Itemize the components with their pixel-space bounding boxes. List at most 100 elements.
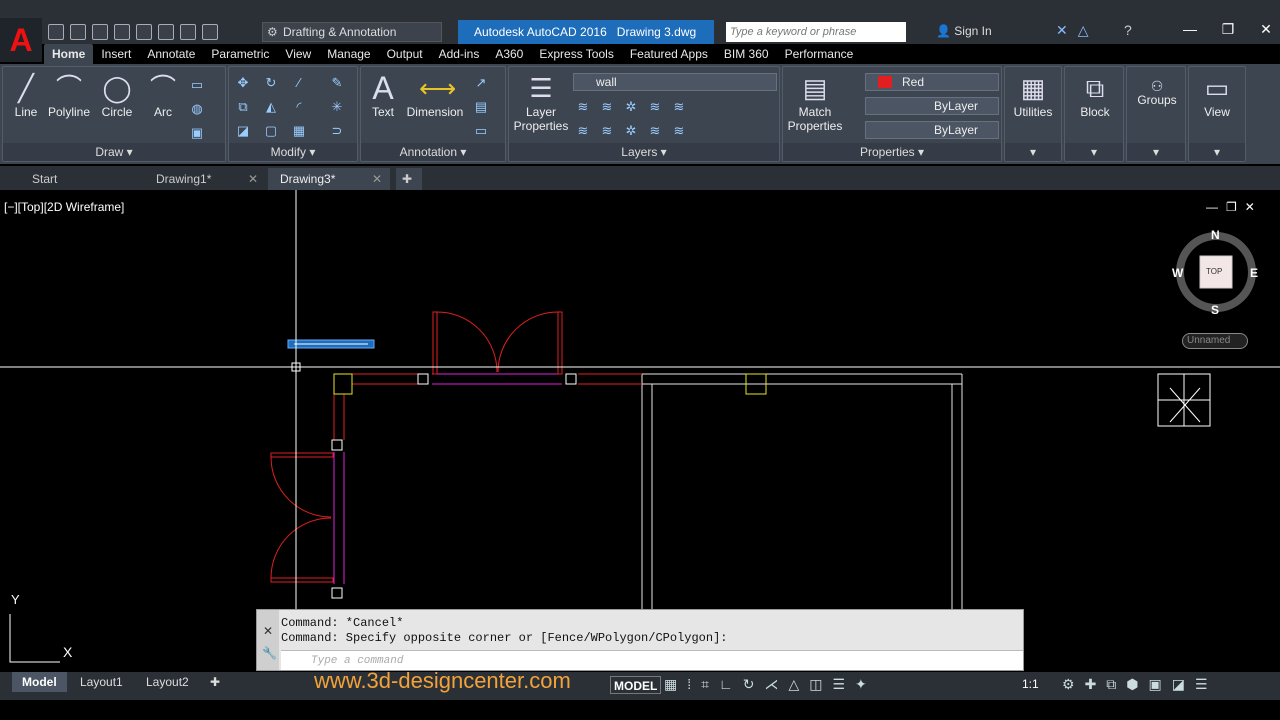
doc-tab-drawing3[interactable]: Drawing3* ✕: [268, 168, 390, 190]
rectangle-icon[interactable]: ▭: [189, 77, 205, 93]
layout-tab-layout1[interactable]: Layout1: [70, 672, 133, 692]
layer-copy-icon[interactable]: ≋: [599, 123, 615, 139]
layer-isolate-icon[interactable]: ≋: [599, 99, 615, 115]
layer-off-icon[interactable]: ≋: [575, 99, 591, 115]
layout-tab-layout2[interactable]: Layout2: [136, 672, 199, 692]
doc-tab-start[interactable]: Start: [20, 168, 144, 190]
infer-icon[interactable]: ⌗: [701, 676, 709, 693]
undo-icon[interactable]: [158, 24, 174, 40]
dimension-tool[interactable]: ⟷ Dimension: [405, 73, 465, 119]
ortho-icon[interactable]: ∟: [719, 676, 733, 693]
otrack-icon[interactable]: ◫: [809, 676, 822, 693]
restore-icon[interactable]: ❐: [1214, 18, 1242, 40]
close-tab-icon[interactable]: ✕: [248, 168, 258, 190]
add-layout-button[interactable]: ✚: [200, 672, 230, 692]
text-tool[interactable]: A Text: [355, 72, 411, 119]
viewcube-east[interactable]: E: [1250, 266, 1258, 280]
mirror-icon[interactable]: ◭: [263, 99, 279, 115]
workspace-switch-icon[interactable]: [202, 24, 218, 40]
exchange-icon[interactable]: ✕: [1056, 22, 1068, 39]
table-icon[interactable]: ▤: [473, 99, 489, 115]
match-properties-tool[interactable]: ▤ Match Properties: [785, 73, 845, 133]
tab-bim360[interactable]: BIM 360: [716, 44, 777, 64]
groups-expand[interactable]: ▾: [1127, 143, 1185, 161]
new-icon[interactable]: [48, 24, 64, 40]
isodraft-icon[interactable]: ⋌: [764, 676, 778, 693]
isolate-icon[interactable]: ⬢: [1126, 676, 1138, 693]
viewcube-south[interactable]: S: [1211, 303, 1219, 317]
layer-thaw-icon[interactable]: ✲: [623, 123, 639, 139]
stretch-icon[interactable]: ◪: [235, 123, 251, 139]
viewcube-west[interactable]: W: [1172, 266, 1183, 280]
help-icon[interactable]: ?: [1124, 22, 1132, 38]
annotation-scale[interactable]: 1:1: [1022, 677, 1039, 691]
viewcube-north[interactable]: N: [1211, 228, 1220, 242]
move-icon[interactable]: ✥: [235, 75, 251, 91]
save-icon[interactable]: [92, 24, 108, 40]
tab-performance[interactable]: Performance: [777, 44, 862, 64]
explode-icon[interactable]: ✳: [329, 99, 345, 115]
selection-grip[interactable]: [287, 339, 375, 349]
clean-screen-icon[interactable]: ◪: [1172, 676, 1185, 693]
lineweight-icon[interactable]: ☰: [832, 676, 845, 693]
layer-dropdown[interactable]: wall: [573, 73, 777, 91]
tab-featured-apps[interactable]: Featured Apps: [622, 44, 716, 64]
search-input[interactable]: Type a keyword or phrase: [726, 22, 906, 42]
plot-icon[interactable]: [136, 24, 152, 40]
utilities-tool[interactable]: ▦ Utilities: [1005, 73, 1061, 119]
close-icon[interactable]: ✕: [1252, 18, 1280, 40]
tab-view[interactable]: View: [277, 44, 319, 64]
units-icon[interactable]: ⧉: [1106, 676, 1116, 693]
leader-icon[interactable]: ↗: [473, 75, 489, 91]
layer-lock-icon[interactable]: ≋: [647, 99, 663, 115]
a360-icon[interactable]: △: [1078, 22, 1089, 39]
command-close-icon[interactable]: ✕: [263, 624, 273, 638]
tab-output[interactable]: Output: [379, 44, 431, 64]
rotate-icon[interactable]: ↻: [263, 75, 279, 91]
hatch-icon[interactable]: ◍: [189, 101, 205, 117]
trim-icon[interactable]: ⁄: [291, 75, 307, 91]
save-as-icon[interactable]: [114, 24, 130, 40]
tab-annotate[interactable]: Annotate: [139, 44, 203, 64]
customize-icon[interactable]: ☰: [1195, 676, 1208, 693]
color-dropdown[interactable]: Red: [865, 73, 999, 91]
tab-insert[interactable]: Insert: [93, 44, 139, 64]
viewcube-top-face[interactable]: TOP: [1206, 267, 1222, 276]
viewport-label[interactable]: [−][Top][2D Wireframe]: [4, 200, 124, 214]
command-input[interactable]: Type a command: [281, 650, 1023, 670]
model-space-button[interactable]: MODEL: [610, 676, 662, 694]
lineweight-dropdown[interactable]: ByLayer: [865, 121, 999, 139]
plus-icon[interactable]: ✚: [1085, 676, 1097, 693]
layer-properties-tool[interactable]: ☰ Layer Properties: [511, 73, 571, 133]
drawing-canvas[interactable]: [0, 190, 1280, 672]
tab-express-tools[interactable]: Express Tools: [531, 44, 621, 64]
layout-tab-model[interactable]: Model: [12, 672, 67, 692]
snap-icon[interactable]: ⁞: [687, 676, 691, 693]
hardware-icon[interactable]: ▣: [1149, 676, 1162, 693]
sign-in-button[interactable]: 👤 Sign In: [936, 24, 992, 38]
ucs-name-dropdown[interactable]: Unnamed: [1182, 333, 1248, 349]
groups-tool[interactable]: ⚇ Groups: [1129, 71, 1185, 107]
new-tab-button[interactable]: ✚: [396, 168, 422, 190]
viewport-close-icon[interactable]: ✕: [1245, 200, 1255, 214]
workspace-dropdown[interactable]: Drafting & Annotation: [262, 22, 442, 42]
draw-panel-title[interactable]: Draw ▾: [3, 143, 225, 161]
layer-merge-icon[interactable]: ≋: [671, 123, 687, 139]
tab-add-ins[interactable]: Add-ins: [431, 44, 488, 64]
tab-manage[interactable]: Manage: [319, 44, 378, 64]
viewport-minimize-icon[interactable]: —: [1206, 200, 1218, 214]
minimize-icon[interactable]: —: [1176, 18, 1204, 40]
tab-home[interactable]: Home: [44, 44, 94, 64]
layer-match-icon[interactable]: ≋: [671, 99, 687, 115]
erase-icon[interactable]: ✎: [329, 75, 345, 91]
annotation-scale-icon[interactable]: ✦: [855, 676, 867, 693]
tab-parametric[interactable]: Parametric: [203, 44, 277, 64]
utilities-expand[interactable]: ▾: [1005, 143, 1061, 161]
close-tab-icon[interactable]: ✕: [372, 168, 382, 190]
arc-tool[interactable]: ⌒ Arc: [135, 73, 191, 119]
scale-icon[interactable]: ▢: [263, 123, 279, 139]
workspace-gear-icon[interactable]: ⚙: [1062, 676, 1075, 693]
mtext-icon[interactable]: ▭: [473, 123, 489, 139]
grid-icon[interactable]: ▦: [664, 676, 677, 693]
modify-panel-title[interactable]: Modify ▾: [229, 143, 357, 161]
